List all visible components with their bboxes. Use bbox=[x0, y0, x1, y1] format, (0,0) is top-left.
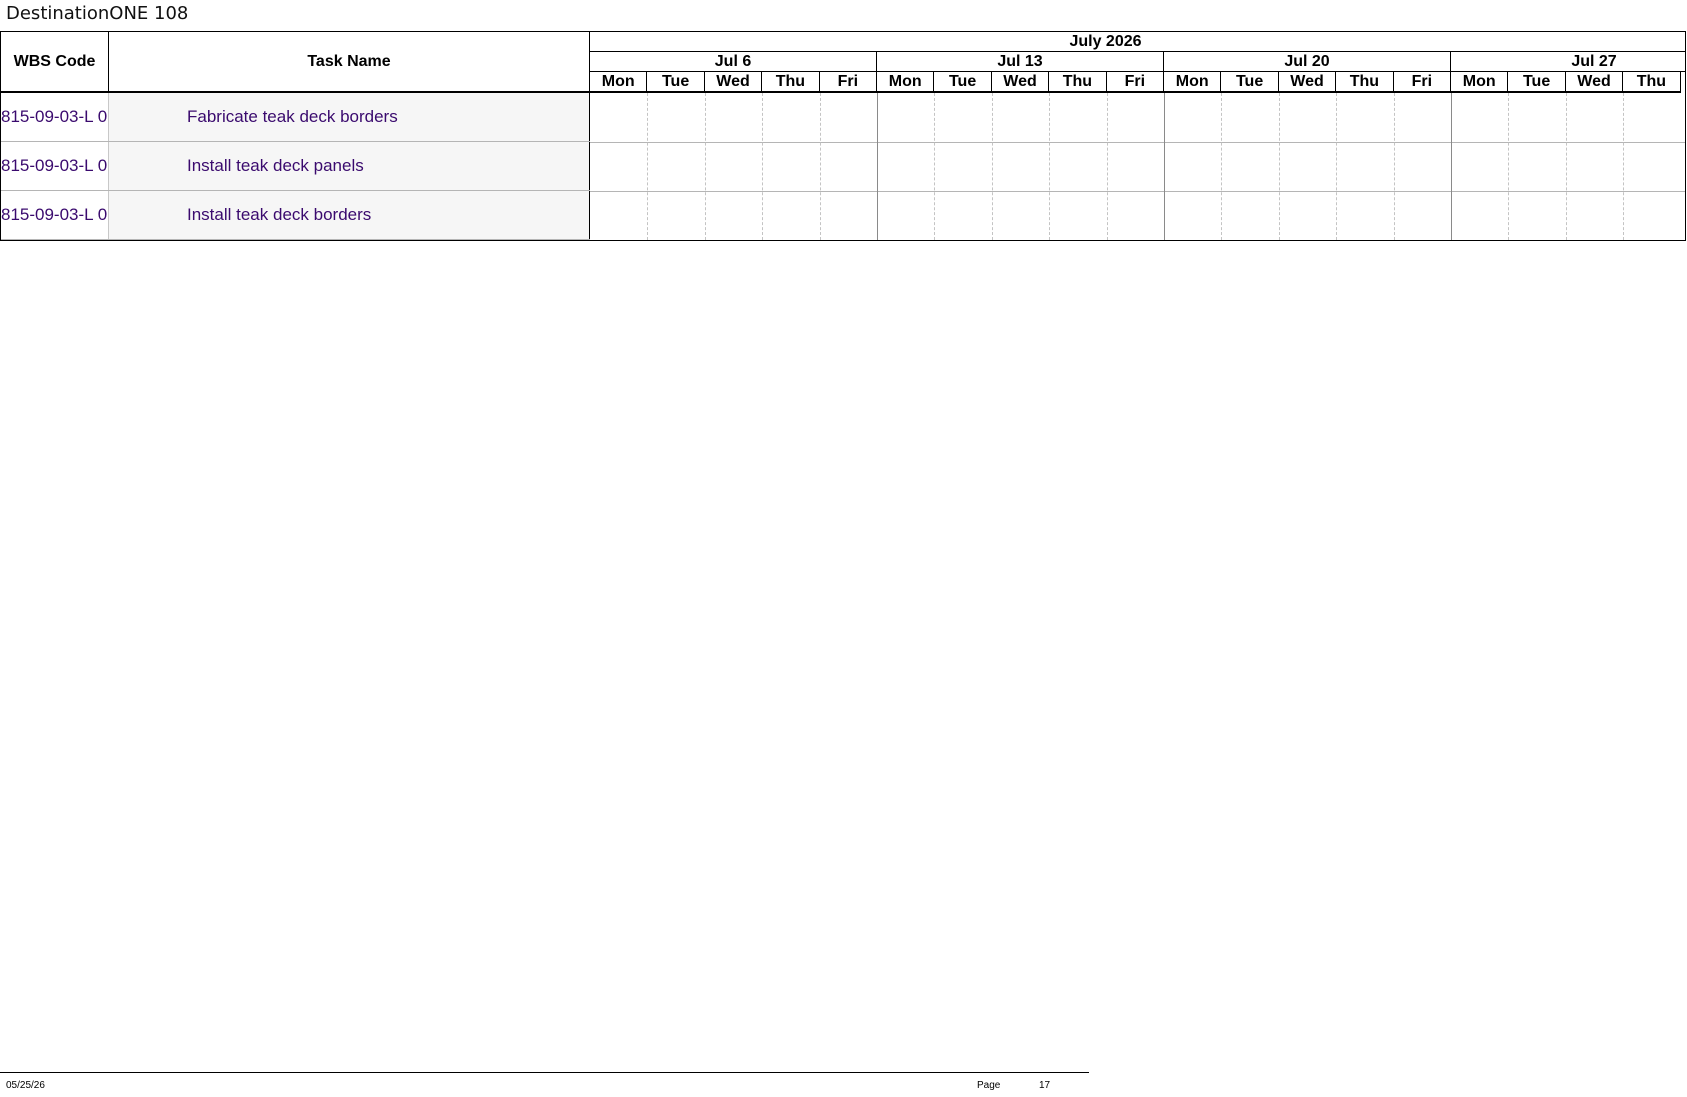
day-header: Thu bbox=[762, 72, 820, 93]
day-gridline bbox=[704, 93, 706, 240]
week-header: Jul 20 bbox=[1164, 52, 1451, 72]
week-gridline bbox=[877, 93, 878, 240]
day-header: Thu bbox=[1049, 72, 1107, 93]
footer-page-label: Page bbox=[977, 1080, 1001, 1091]
week-gridline bbox=[1451, 93, 1452, 240]
task-name-cell: Install teak deck panels bbox=[109, 142, 590, 190]
day-gridline bbox=[1508, 93, 1510, 240]
day-gridline bbox=[1565, 93, 1567, 240]
day-header: Tue bbox=[647, 72, 705, 93]
day-gridline bbox=[647, 93, 649, 240]
gantt-chart: WBS Code Task Name July 2026 815-09-03-L… bbox=[0, 31, 1686, 241]
day-gridline bbox=[1106, 93, 1108, 240]
row-divider bbox=[590, 142, 1685, 143]
day-header: Tue bbox=[1221, 72, 1279, 93]
footer-date: 05/25/26 bbox=[6, 1080, 45, 1091]
day-gridline bbox=[819, 93, 821, 240]
day-header: Wed bbox=[1278, 72, 1337, 93]
day-header: Wed bbox=[1565, 72, 1624, 93]
day-gridline bbox=[991, 93, 993, 240]
week-gridline bbox=[1164, 93, 1165, 240]
day-gridline bbox=[762, 93, 764, 240]
day-header: Tue bbox=[934, 72, 992, 93]
day-gridline bbox=[1278, 93, 1280, 240]
wbs-code-column-header[interactable]: WBS Code bbox=[1, 32, 109, 93]
wbs-code-cell: 815-09-03-L 0 bbox=[1, 142, 109, 190]
day-gridline bbox=[1393, 93, 1395, 240]
day-gridline bbox=[934, 93, 936, 240]
month-header: July 2026 bbox=[590, 32, 1685, 52]
task-row[interactable]: 815-09-03-L 0 Install teak deck borders bbox=[1, 191, 590, 240]
row-divider bbox=[590, 191, 1685, 192]
task-row[interactable]: 815-09-03-L 0 Fabricate teak deck border… bbox=[1, 93, 590, 142]
day-header: Wed bbox=[704, 72, 763, 93]
task-name-column-header[interactable]: Task Name bbox=[109, 32, 590, 93]
footer-divider bbox=[0, 1072, 1089, 1073]
wbs-code-cell: 815-09-03-L 0 bbox=[1, 93, 109, 141]
week-header: Jul 13 bbox=[877, 52, 1164, 72]
day-header: Mon bbox=[1451, 72, 1509, 93]
day-header: Thu bbox=[1336, 72, 1394, 93]
task-name-cell: Install teak deck borders bbox=[109, 191, 590, 239]
day-header: Mon bbox=[877, 72, 935, 93]
task-row[interactable]: 815-09-03-L 0 Install teak deck panels bbox=[1, 142, 590, 191]
task-name-cell: Fabricate teak deck borders bbox=[109, 93, 590, 141]
footer-page-number: 17 bbox=[1039, 1080, 1051, 1091]
day-header: Mon bbox=[590, 72, 648, 93]
day-gridline bbox=[1623, 93, 1625, 240]
day-header: Mon bbox=[1164, 72, 1222, 93]
day-header: Fri bbox=[819, 72, 877, 93]
day-header: Wed bbox=[991, 72, 1050, 93]
day-header: Fri bbox=[1393, 72, 1451, 93]
day-gridline bbox=[1049, 93, 1051, 240]
document-title: DestinationONE 108 bbox=[6, 3, 189, 24]
day-gridline bbox=[1221, 93, 1223, 240]
week-header: Jul 27 bbox=[1451, 52, 1685, 72]
day-header: Fri bbox=[1106, 72, 1164, 93]
week-header: Jul 6 bbox=[590, 52, 877, 72]
wbs-code-cell: 815-09-03-L 0 bbox=[1, 191, 109, 239]
day-gridline bbox=[1336, 93, 1338, 240]
day-header: Tue bbox=[1508, 72, 1566, 93]
day-header: Thu bbox=[1623, 72, 1681, 93]
